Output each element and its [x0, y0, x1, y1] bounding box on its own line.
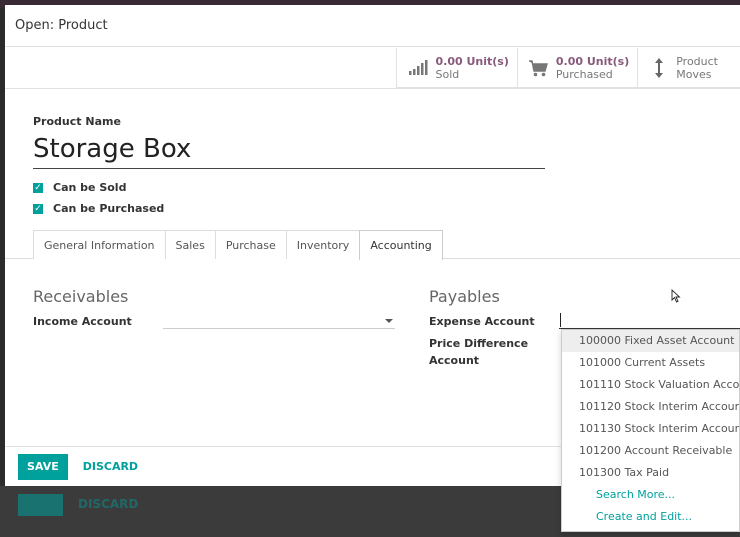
can-be-purchased-row: ✓ Can be Purchased	[33, 202, 164, 215]
can-be-sold-checkbox[interactable]: ✓	[33, 182, 43, 193]
product-name-label: Product Name	[33, 115, 121, 128]
purchased-stat-button[interactable]: 0.00 Unit(s) Purchased	[516, 48, 637, 88]
discard-button[interactable]: DISCARD	[83, 460, 138, 473]
backdrop-discard-button: DISCARD	[78, 497, 139, 511]
can-be-sold-label: Can be Sold	[53, 181, 127, 194]
expense-account-dropdown: 100000 Fixed Asset Account 101000 Curren…	[561, 329, 740, 532]
sold-stat-button[interactable]: 0.00 Unit(s) Sold	[396, 48, 516, 88]
product-moves-label-1: Product	[676, 55, 718, 68]
up-down-arrows-icon	[648, 58, 670, 78]
price-difference-label-line2: Account	[429, 354, 480, 367]
purchased-stat-value: 0.00 Unit(s)	[555, 55, 630, 68]
tab-purchase[interactable]: Purchase	[214, 230, 287, 259]
can-be-sold-row: ✓ Can be Sold	[33, 181, 126, 194]
payables-title: Payables	[429, 287, 500, 306]
search-more-link[interactable]: Search More...	[562, 484, 739, 506]
notebook-tabs: General Information Sales Purchase Inven…	[33, 230, 443, 260]
dropdown-option[interactable]: 101120 Stock Interim Account (R	[562, 396, 739, 418]
income-account-label: Income Account	[33, 315, 132, 328]
can-be-purchased-checkbox[interactable]: ✓	[33, 203, 43, 214]
create-and-edit-link[interactable]: Create and Edit...	[562, 506, 739, 528]
backdrop-save-button	[18, 494, 63, 516]
bar-chart-icon	[407, 59, 429, 77]
shopping-cart-icon	[528, 59, 550, 77]
tab-general-information[interactable]: General Information	[33, 230, 166, 259]
product-name-field[interactable]: Storage Box	[33, 133, 545, 169]
dropdown-option[interactable]: 101300 Tax Paid	[562, 462, 739, 484]
can-be-purchased-label: Can be Purchased	[53, 202, 165, 215]
dropdown-option[interactable]: 101110 Stock Valuation Account	[562, 374, 739, 396]
save-button[interactable]: SAVE	[18, 453, 68, 480]
chevron-down-icon	[385, 319, 393, 323]
product-moves-button[interactable]: Product Moves	[637, 48, 740, 88]
mouse-pointer-icon	[671, 289, 681, 303]
tab-sales[interactable]: Sales	[164, 230, 216, 259]
sold-stat-label: Sold	[435, 68, 460, 81]
dropdown-option[interactable]: 101130 Stock Interim Account (D	[562, 418, 739, 440]
smart-button-box: 0.00 Unit(s) Sold 0.00 Unit(s) Purchased…	[396, 48, 740, 88]
tab-inventory[interactable]: Inventory	[285, 230, 361, 259]
price-difference-label-line1: Price Difference	[429, 337, 529, 350]
receivables-title: Receivables	[33, 287, 129, 306]
sold-stat-value: 0.00 Unit(s)	[435, 55, 509, 68]
purchased-stat-label: Purchased	[555, 68, 613, 81]
dropdown-option[interactable]: 100000 Fixed Asset Account	[562, 330, 739, 352]
expense-account-label: Expense Account	[429, 315, 535, 328]
dialog-header: Open: Product	[5, 5, 740, 47]
product-moves-label-2: Moves	[676, 68, 712, 81]
text-caret	[560, 313, 561, 327]
dialog-title: Open: Product	[15, 18, 108, 33]
expense-account-input[interactable]	[559, 313, 740, 329]
income-account-select[interactable]	[163, 313, 395, 329]
tab-accounting[interactable]: Accounting	[359, 230, 443, 260]
dropdown-option[interactable]: 101200 Account Receivable	[562, 440, 739, 462]
dropdown-option[interactable]: 101000 Current Assets	[562, 352, 739, 374]
